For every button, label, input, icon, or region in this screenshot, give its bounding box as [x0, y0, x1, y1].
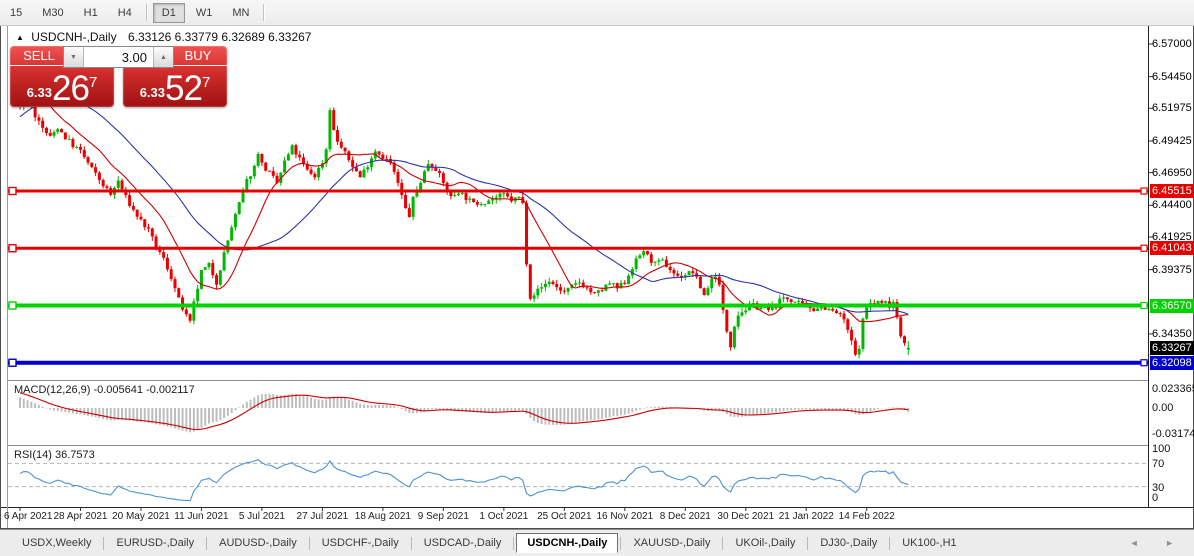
sell-price-prefix: 6.33: [26, 85, 53, 100]
timeframe-toolbar: 15 M30 H1 H4 D1 W1 MN: [0, 0, 1194, 26]
tab-divider: [410, 536, 412, 550]
buy-price-pip: 7: [201, 74, 211, 91]
buy-price: 6.33 52 7: [123, 66, 227, 108]
price-tick-label: 6.57000: [1152, 38, 1192, 50]
date-label: 9 Sep 2021: [417, 511, 469, 522]
level-price-label: 6.32098: [1150, 355, 1194, 370]
timeframe-button-h4[interactable]: H4: [109, 3, 141, 23]
price-tick-label: 6.44400: [1152, 199, 1192, 212]
terminal-window: 15 M30 H1 H4 D1 W1 MN ▲ USDCNH-,Daily 6.33126 …: [0, 0, 1194, 556]
sell-button[interactable]: SELL: [10, 46, 68, 66]
date-label: 20 May 2021: [112, 511, 170, 522]
buy-button[interactable]: BUY: [169, 46, 227, 66]
rsi-scale-label: 70: [1152, 458, 1165, 471]
toolbar-divider: [263, 4, 266, 21]
buy-price-prefix: 6.33: [139, 85, 166, 100]
volume-increase-button[interactable]: ▲: [153, 47, 173, 67]
date-label: 14 Feb 2022: [838, 511, 895, 522]
date-label: 21 Jan 2022: [778, 511, 834, 522]
buy-price-main: 52: [165, 69, 203, 108]
tab-usdcad-daily[interactable]: USDCAD-,Daily: [414, 533, 512, 553]
rsi-scale-label: 0: [1152, 492, 1159, 504]
sell-price: 6.33 26 7: [10, 66, 114, 108]
timeframe-button-d1[interactable]: D1: [152, 2, 185, 23]
price-tick-label: 6.49425: [1152, 134, 1192, 147]
timeframe-button-15[interactable]: 15: [1, 3, 31, 23]
bid-price-label: 6.33267: [1150, 340, 1194, 355]
price-tick-label: 6.39375: [1152, 263, 1192, 276]
date-label: 27 Jul 2021: [296, 511, 349, 522]
one-click-trading-panel: SELL 6.33 26 7 BUY 6.33 52 7 ▼ ▲: [10, 46, 227, 107]
date-label: 25 Oct 2021: [537, 511, 592, 522]
sell-price-main: 26: [52, 69, 90, 108]
chart-tab-bar: USDX,Weekly EURUSD-,Daily AUDUSD-,Daily USD…: [0, 529, 1194, 556]
window-inner-border: [7, 26, 8, 528]
toolbar-divider: [145, 4, 148, 21]
price-tick-label: 6.34350: [1152, 327, 1192, 340]
sell-price-pip: 7: [88, 74, 98, 91]
tab-divider: [807, 536, 809, 550]
tab-divider: [513, 536, 515, 550]
date-label: 1 Oct 2021: [479, 511, 529, 522]
macd-scale-label: -0.031744: [1152, 428, 1194, 441]
tab-divider: [620, 536, 622, 550]
tab-audusd-daily[interactable]: AUDUSD-,Daily: [209, 533, 307, 553]
level-price-label: 6.45515: [1150, 184, 1194, 198]
macd-scale-label: 0.00: [1152, 402, 1174, 414]
tab-divider: [103, 536, 105, 550]
price-tick-label: 6.54450: [1152, 70, 1192, 83]
tab-eurusd-daily[interactable]: EURUSD-,Daily: [106, 533, 204, 553]
volume-input[interactable]: [84, 47, 153, 67]
date-label: 18 Aug 2021: [354, 511, 411, 522]
tab-divider: [889, 536, 891, 550]
level-price-label: 6.36570: [1150, 298, 1194, 313]
price-tick-label: 6.51975: [1152, 102, 1192, 115]
rsi-scale-label: 100: [1152, 443, 1171, 455]
level-price-label: 6.41043: [1150, 241, 1194, 256]
tab-divider: [722, 536, 724, 550]
date-label: 30 Dec 2021: [717, 511, 775, 522]
tab-usdx-weekly[interactable]: USDX,Weekly: [12, 533, 101, 553]
macd-scale-label: 0.023365: [1152, 382, 1194, 395]
tab-ukoil-daily[interactable]: UKOil-,Daily: [725, 533, 805, 553]
timeframe-button-h1[interactable]: H1: [75, 3, 107, 23]
timeframe-button-mn[interactable]: MN: [223, 3, 258, 23]
date-label: 28 Apr 2021: [53, 511, 108, 522]
tab-uk100-h1[interactable]: UK100-,H1: [892, 533, 966, 553]
volume-decrease-button[interactable]: ▼: [64, 47, 84, 67]
volume-control: ▼ ▲: [63, 46, 174, 68]
symbol-period-label: USDCNH-,Daily: [31, 30, 117, 44]
chart-title: ▲ USDCNH-,Daily 6.33126 6.33779 6.32689 …: [16, 30, 311, 44]
date-label: 11 Jun 2021: [174, 511, 229, 522]
tab-divider: [206, 536, 208, 550]
tab-xauusd-daily[interactable]: XAUUSD-,Daily: [623, 533, 720, 553]
tab-usdcnh-daily[interactable]: USDCNH-,Daily: [516, 533, 619, 553]
date-label: 16 Nov 2021: [596, 511, 654, 522]
tab-dj30-daily[interactable]: DJ30-,Daily: [810, 533, 887, 553]
ohlc-values: 6.33126 6.33779 6.32689 6.33267: [127, 30, 312, 44]
tab-usdchf-daily[interactable]: USDCHF-,Daily: [312, 533, 409, 553]
timeframe-button-m30[interactable]: M30: [33, 3, 72, 23]
macd-label: MACD(12,26,9) -0.005641 -0.002117: [14, 384, 195, 396]
date-label: 5 Jul 2021: [238, 511, 285, 522]
price-tick-label: 6.46950: [1152, 166, 1192, 179]
timeframe-button-w1[interactable]: W1: [187, 3, 222, 23]
date-label: 8 Dec 2021: [659, 511, 711, 522]
collapse-arrow-icon[interactable]: ▲: [16, 33, 24, 42]
tab-scroll-arrows[interactable]: ◄ ►: [1130, 538, 1186, 548]
date-label: 6 Apr 2021: [4, 511, 53, 522]
tab-divider: [308, 536, 310, 550]
rsi-label: RSI(14) 36.7573: [14, 449, 95, 461]
